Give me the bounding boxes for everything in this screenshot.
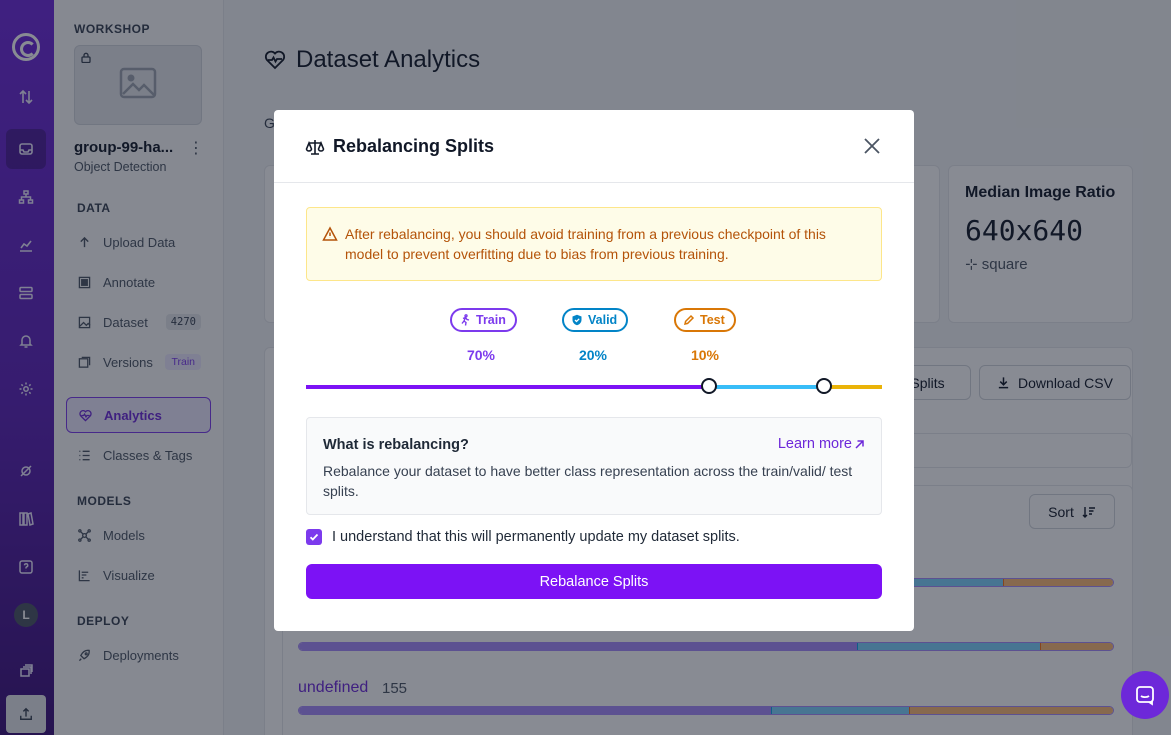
split-slider-track[interactable] bbox=[306, 385, 882, 389]
train-percent: 70% bbox=[466, 347, 496, 363]
modal-title: Rebalancing Splits bbox=[305, 136, 494, 157]
pencil-icon bbox=[683, 314, 695, 326]
test-segment bbox=[824, 385, 882, 389]
warning-alert: After rebalancing, you should avoid trai… bbox=[306, 207, 882, 281]
valid-legend-pill: Valid bbox=[562, 308, 629, 332]
external-arrow-icon bbox=[855, 439, 864, 449]
check-icon bbox=[309, 533, 319, 541]
rebalance-splits-submit-button[interactable]: Rebalance Splits bbox=[306, 564, 882, 599]
rebalance-modal: Rebalancing Splits After rebalancing, yo… bbox=[274, 110, 914, 631]
chat-icon bbox=[1136, 686, 1154, 706]
train-valid-handle[interactable] bbox=[701, 378, 718, 394]
test-percent: 10% bbox=[690, 347, 720, 363]
test-legend-pill: Test bbox=[674, 308, 736, 332]
confirm-checkbox[interactable] bbox=[306, 529, 322, 545]
valid-test-handle[interactable] bbox=[816, 378, 833, 394]
valid-percent: 20% bbox=[578, 347, 608, 363]
pill-label: Train bbox=[476, 313, 506, 327]
train-segment bbox=[306, 385, 710, 389]
info-title: What is rebalancing? bbox=[323, 437, 469, 453]
pill-label: Valid bbox=[588, 313, 618, 327]
modal-title-text: Rebalancing Splits bbox=[333, 136, 495, 156]
link-text: Learn more bbox=[777, 436, 852, 452]
chat-launcher-button[interactable] bbox=[1121, 671, 1169, 719]
valid-segment bbox=[709, 385, 825, 389]
confirm-label[interactable]: I understand that this will permanently … bbox=[332, 529, 740, 545]
rebalancing-info-box: What is rebalancing? Learn more Rebalanc… bbox=[306, 417, 882, 515]
shield-check-icon bbox=[572, 314, 582, 326]
warning-icon bbox=[322, 226, 338, 241]
run-icon bbox=[461, 314, 470, 326]
alert-text: After rebalancing, you should avoid trai… bbox=[345, 226, 826, 262]
learn-more-link[interactable]: Learn more bbox=[778, 436, 865, 452]
scale-icon bbox=[305, 139, 325, 155]
close-icon[interactable] bbox=[862, 136, 882, 156]
train-legend-pill: Train bbox=[450, 308, 517, 332]
info-body: Rebalance your dataset to have better cl… bbox=[323, 463, 853, 499]
pill-label: Test bbox=[700, 313, 725, 327]
modal-header: Rebalancing Splits bbox=[274, 110, 914, 183]
